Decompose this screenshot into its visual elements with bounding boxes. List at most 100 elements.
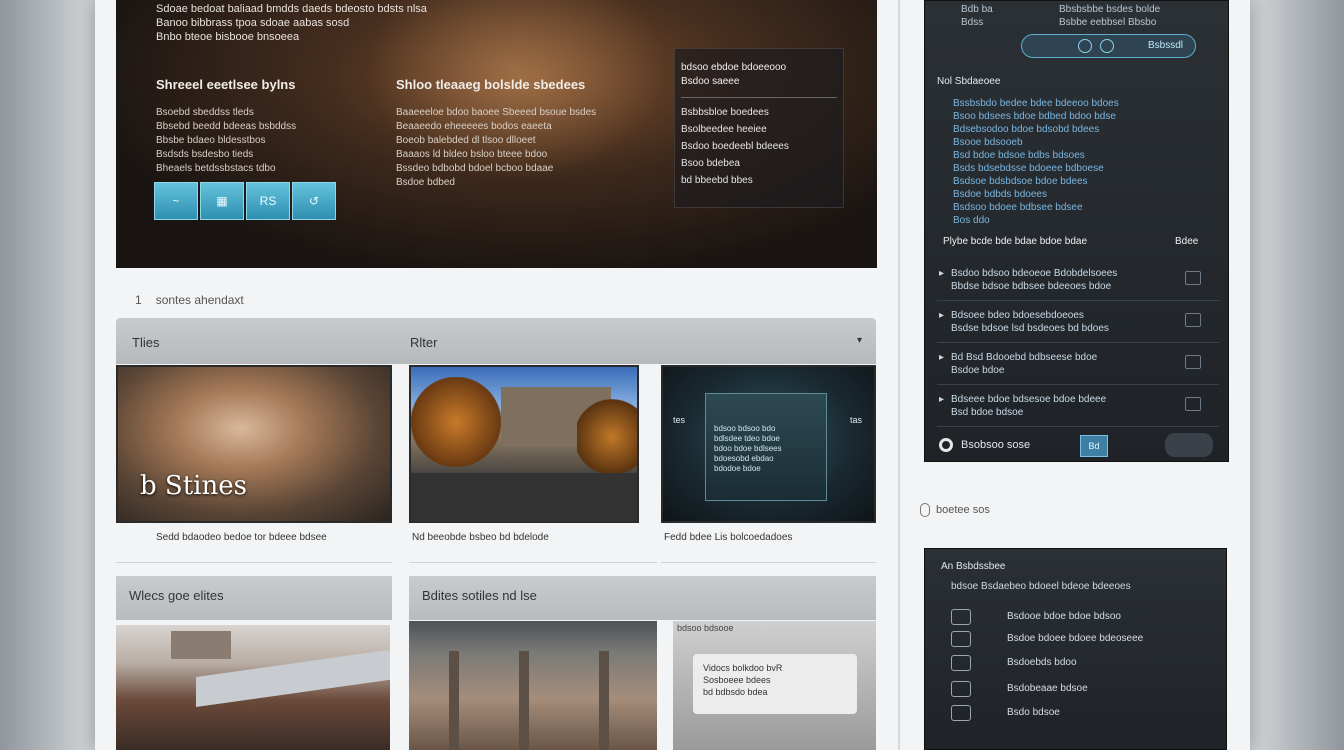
- hero-info-panel: bdsoo ebdoe bdoeeooo Bsdoo saeee Bsbbsbl…: [674, 48, 844, 208]
- chevron-right-icon[interactable]: ▸: [939, 309, 944, 322]
- section-line: Bsdsoo bdoee bdbsee bdsee: [953, 202, 1083, 213]
- shield-icon: [951, 681, 971, 697]
- panel2-item-label: Bsdo bdsoe: [1007, 707, 1060, 718]
- list-item[interactable]: ▸ Bdseee bdoe bdsesoe bdoe bdeee Bsd bdo…: [937, 389, 1219, 427]
- panel2-item[interactable]: Bsdo bdsoe: [947, 703, 1217, 725]
- message-icon[interactable]: [1185, 271, 1201, 285]
- user-icon[interactable]: [1078, 39, 1092, 53]
- hero-panel-header-line: bdsoo ebdoe bdoeeooo: [681, 62, 787, 73]
- section-title[interactable]: Wlecs goe elites: [129, 588, 224, 603]
- hero-intro-line: Banoo bibbrass tpoa sdoae aabas sosd: [156, 17, 350, 29]
- hero-refresh-button[interactable]: ↺: [292, 182, 336, 220]
- gear-icon: [951, 705, 971, 721]
- settings-icon[interactable]: [1100, 39, 1114, 53]
- card-line: Sosboeee bdees: [703, 675, 771, 685]
- breadcrumb: 1 sontes ahendaxt: [135, 293, 244, 307]
- screen-line: bdlsdee tdeo bdoe: [714, 434, 780, 443]
- footer-label: Bsobsoo sose: [961, 439, 1031, 451]
- panel2-item[interactable]: Bsdoe bdoee bdoee bdeoseee: [947, 629, 1217, 651]
- road-shape: [411, 473, 637, 521]
- hero-column-line: Bheaels betdssbstacs tdbo: [156, 163, 276, 174]
- column-divider: [898, 0, 900, 750]
- building-shape: [171, 631, 231, 659]
- panel2-item[interactable]: Bsdoebds bdoo: [947, 653, 1217, 675]
- message-icon[interactable]: [1185, 397, 1201, 411]
- gallery-thumb-card[interactable]: bdsoo bdsooe Vidocs bolkdoo bvR Sosboeee…: [673, 621, 876, 750]
- chevron-right-icon[interactable]: ▸: [939, 393, 944, 406]
- list-item[interactable]: ▸ Bd Bsd Bdooebd bdbseese bdoe Bsdoe bdo…: [937, 347, 1219, 385]
- section-title[interactable]: Bdites sotiles nd lse: [422, 588, 537, 603]
- chevron-right-icon[interactable]: ▸: [939, 351, 944, 364]
- column-shape: [599, 651, 609, 750]
- footer-toggle[interactable]: [1165, 433, 1213, 457]
- hero-button-group: ~ ▦ RS ↺: [154, 182, 336, 220]
- gallery-tab-tiles[interactable]: Tlies: [132, 335, 159, 350]
- thumb-top-label: bdsoo bdsooe: [677, 623, 734, 633]
- gallery-filter[interactable]: Rlter: [410, 335, 437, 350]
- section-line: Bsd bdoe bdsoe bdbs bdsoes: [953, 150, 1085, 161]
- panel2-subheader: bdsoe Bsdaebeo bdoeel bdeoe bdeeoes: [951, 581, 1131, 592]
- panel-section-body: Bssbsbdo bedee bdee bdeeoo bdoes Bsoo bd…: [953, 97, 1119, 227]
- panel-top-right: Bbsbsbbe bsdes bolde Bsbbe eebbsel Bbsbo: [1059, 3, 1160, 29]
- hero-column-line: Bssdeo bdbobd bdoel bcboo bdaae: [396, 163, 554, 174]
- section-line: Bsooe bdsooeb: [953, 137, 1023, 148]
- list-header: Plybe bcde bde bdae bdoe bdae: [943, 236, 1088, 247]
- footer-button[interactable]: Bd: [1080, 435, 1108, 457]
- hero-wave-button[interactable]: ~: [154, 182, 198, 220]
- hero-column-line: Boeob balebded dl tlsoo dlloeet: [396, 135, 536, 146]
- hero-panel-line: Bsbbsbloe boedees: [681, 107, 769, 118]
- caption-rule: [116, 523, 392, 563]
- hero-grid-button[interactable]: ▦: [200, 182, 244, 220]
- sidebar-label-text: boetee sos: [936, 503, 990, 516]
- hero-column-line: Bbsebd beedd bdeeas bsbddss: [156, 121, 297, 132]
- breadcrumb-link[interactable]: sontes ahendaxt: [156, 293, 244, 307]
- thumb-caption: Sedd bdaodeo bedoe tor bdeee bdsee: [156, 532, 327, 543]
- sidebar-panel-secondary: An Bsbdssbee bdsoe Bsdaebeo bdoeel bdeoe…: [924, 548, 1227, 750]
- panel-toggle-pill[interactable]: Bsbssdl: [1021, 34, 1196, 58]
- hero-column-line: Baaaos ld bldeo bsloo bteee bdoo: [396, 149, 548, 160]
- list-item-text: Bd Bsd Bdooebd bdbseese bdoe Bsdoe bdoe: [951, 351, 1097, 377]
- panel-top-line: Bdb ba: [961, 4, 993, 15]
- gallery-thumb-plaza[interactable]: [116, 625, 390, 750]
- gallery-toolbar: Tlies Rlter ▾: [116, 318, 876, 364]
- list-item-line: Bdsoee bdeo bdoesebdoeoes: [951, 310, 1084, 321]
- caption-rule: [409, 523, 657, 563]
- panel-section-title: Nol Sbdaeoee: [937, 76, 1001, 87]
- hero-column-line: Bsdoe bdbed: [396, 177, 455, 188]
- breadcrumb-index: 1: [135, 293, 142, 307]
- list-item-line: Bbdse bdsoe bdbsee bdeeoes bdoe: [951, 281, 1112, 292]
- hero-column-line: Baaeeeloe bdoo baoee Sbeeed bsoue bsdes: [396, 107, 597, 118]
- section-line: Bos ddo: [953, 215, 990, 226]
- message-icon[interactable]: [1185, 355, 1201, 369]
- hero-panel-line: bd bbeebd bbes: [681, 175, 753, 186]
- hero-column-line: Bbsbe bdaeo bldesstbos: [156, 135, 266, 146]
- hero-intro-line: Bnbo bteoe bisbooe bnsoeea: [156, 31, 300, 43]
- hero-panel-line: Bsdoo boedeebl bdeees: [681, 141, 789, 152]
- hero-rs-button[interactable]: RS: [246, 182, 290, 220]
- gallery-thumb-crowd[interactable]: b Stines: [116, 365, 392, 523]
- list-item-line: Bsd bdoe bdsoe: [951, 407, 1024, 418]
- panel-footer: Bsobsoo sose Bd: [937, 433, 1219, 459]
- hero-panel-line: Bsolbeedee heeiee: [681, 124, 767, 135]
- chevron-down-icon[interactable]: ▾: [857, 335, 862, 346]
- gallery-thumb-interior[interactable]: [409, 621, 657, 750]
- panel2-item[interactable]: Bsdooe bdoe bdoe bdsoo: [947, 607, 1217, 629]
- tree-shape: [411, 377, 501, 467]
- section-line: Bsdsoe bdsbdsoe bdoe bdees: [953, 176, 1088, 187]
- message-icon[interactable]: [1185, 313, 1201, 327]
- list-item-text: Bdseee bdoe bdsesoe bdoe bdeee Bsd bdoe …: [951, 393, 1106, 419]
- panel2-item[interactable]: Bsdobeaae bdsoe: [947, 679, 1217, 701]
- panel2-item-label: Bsdobeaae bdsoe: [1007, 683, 1088, 694]
- tag-icon: [920, 503, 930, 517]
- pill-label: Bsbssdl: [1147, 40, 1183, 51]
- panel-top-lines: Bdb ba Bdss: [961, 3, 993, 29]
- hero-column-title: Shreeel eeetlsee bylns: [156, 77, 296, 92]
- gallery-thumb-building[interactable]: [409, 365, 639, 523]
- list-item[interactable]: ▸ Bsdoo bdsoo bdeoeoe Bdobdelsoees Bbdse…: [937, 263, 1219, 301]
- column-shape: [449, 651, 459, 750]
- gallery-thumb-screen[interactable]: tes bdsoo bdsoo bdo bdlsdee tdeo bdoe bd…: [661, 365, 876, 523]
- tree-shape: [577, 397, 637, 477]
- chevron-right-icon[interactable]: ▸: [939, 267, 944, 280]
- list-item[interactable]: ▸ Bdsoee bdeo bdoesebdoeoes Bsdse bdsoe …: [937, 305, 1219, 343]
- record-icon[interactable]: [939, 438, 953, 452]
